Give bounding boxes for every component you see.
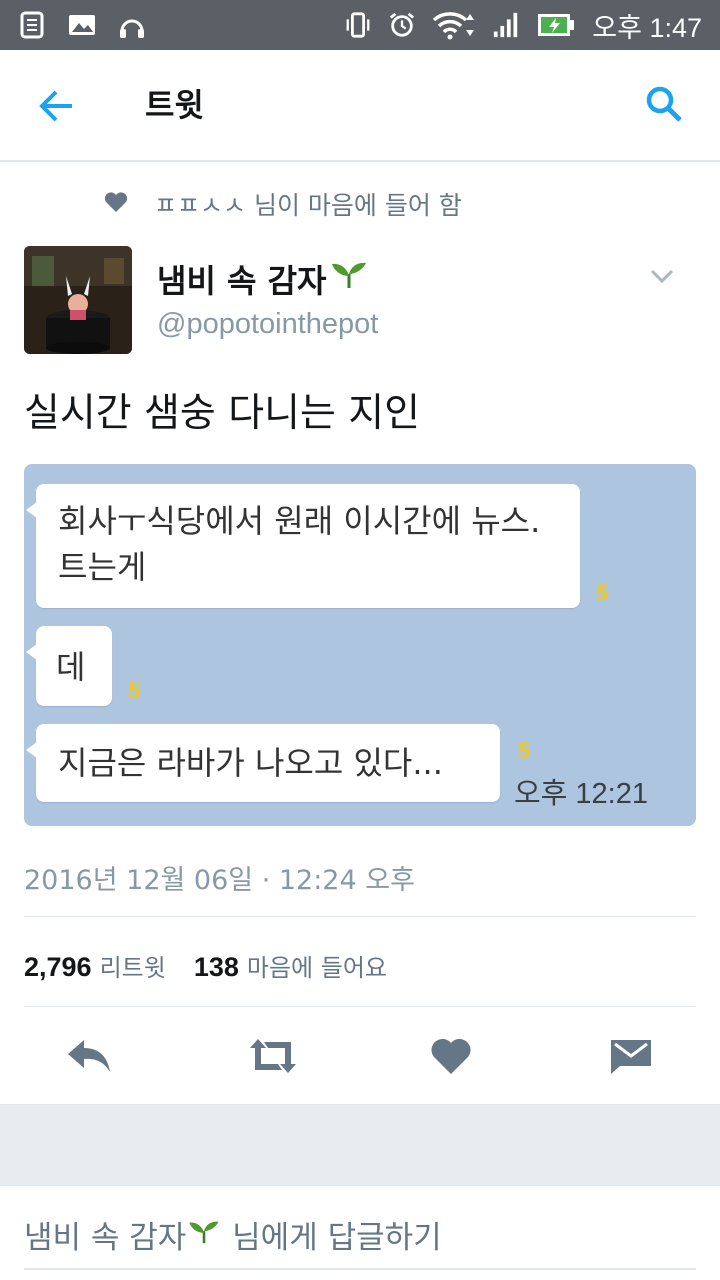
- reply-underline: [24, 1268, 696, 1270]
- read-count: 5: [128, 678, 141, 703]
- heart-icon: [104, 190, 128, 219]
- headset-icon: [118, 11, 146, 39]
- search-icon[interactable]: [644, 84, 684, 124]
- chat-bubble: 지금은 라바가 나오고 있다...: [26, 724, 500, 802]
- vibrate-icon: [344, 11, 372, 39]
- divider: [24, 916, 696, 917]
- reply-input[interactable]: 냄비 속 감자 님에게 답글하기: [24, 1212, 442, 1257]
- alarm-icon: [388, 11, 416, 39]
- social-context: ㅍㅍㅅㅅ 님이 마음에 들어 함: [104, 186, 462, 222]
- social-context-text: ㅍㅍㅅㅅ 님이 마음에 들어 함: [154, 191, 462, 220]
- direct-message-icon[interactable]: [608, 1036, 656, 1076]
- reply-recipient-name: 냄비 속 감자: [24, 1220, 187, 1256]
- tweet-media-image[interactable]: 회사ㅜ식당에서 원래 이시간에 뉴스.트는게 5 데 5 지금은 라바가 나오고…: [24, 464, 696, 826]
- author-name-text: 냄비 속 감자: [157, 262, 327, 300]
- action-bar: [0, 1008, 720, 1104]
- wifi-icon: [432, 11, 476, 40]
- status-bar: 오후 1:47: [0, 0, 720, 50]
- divider: [24, 1006, 696, 1007]
- image-icon: [68, 11, 96, 39]
- tweet-timestamp: 2016년 12월 06일 · 12:24 오후: [24, 865, 415, 896]
- retweet-count[interactable]: 2,796: [24, 952, 92, 983]
- author-name[interactable]: 냄비 속 감자: [157, 256, 370, 302]
- like-count[interactable]: 138: [194, 952, 239, 983]
- reply-icon[interactable]: [66, 1036, 114, 1076]
- tweet-stats: 2,796 리트윗 138 마음에 들어요: [24, 948, 415, 983]
- reply-placeholder: 님에게 답글하기: [222, 1220, 442, 1256]
- page-title: 트윗: [145, 86, 204, 124]
- section-separator: [0, 1104, 720, 1186]
- read-count: 5: [596, 580, 609, 605]
- retweet-label[interactable]: 리트윗: [100, 948, 166, 983]
- chat-message: 회사ㅜ식당에서 원래 이시간에 뉴스.트는게: [58, 502, 541, 587]
- chat-message: 지금은 라바가 나오고 있다...: [58, 744, 443, 782]
- chat-bubble: 데: [26, 626, 112, 706]
- chat-message: 데: [56, 648, 86, 686]
- app-toolbar: 트윗: [0, 50, 720, 162]
- retweet-icon[interactable]: [246, 1036, 300, 1076]
- seedling-icon: [186, 1217, 222, 1253]
- chevron-down-icon[interactable]: [650, 268, 674, 284]
- chat-message-time: 오후 12:21: [514, 778, 648, 810]
- notes-icon: [18, 11, 46, 39]
- signal-icon: [492, 11, 520, 39]
- author-handle[interactable]: @popotointhepot: [157, 308, 378, 341]
- chat-bubble: 회사ㅜ식당에서 원래 이시간에 뉴스.트는게: [26, 484, 580, 608]
- battery-charging-icon: [536, 11, 576, 39]
- tweet-text: 실시간 샘숭 다니는 지인: [24, 391, 420, 436]
- avatar[interactable]: [24, 246, 132, 354]
- status-time: 오후 1:47: [592, 12, 702, 43]
- seedling-icon: [328, 260, 370, 298]
- like-icon[interactable]: [430, 1036, 478, 1076]
- like-label[interactable]: 마음에 들어요: [247, 948, 387, 983]
- read-count: 5: [518, 738, 531, 763]
- back-arrow-icon[interactable]: [36, 86, 76, 126]
